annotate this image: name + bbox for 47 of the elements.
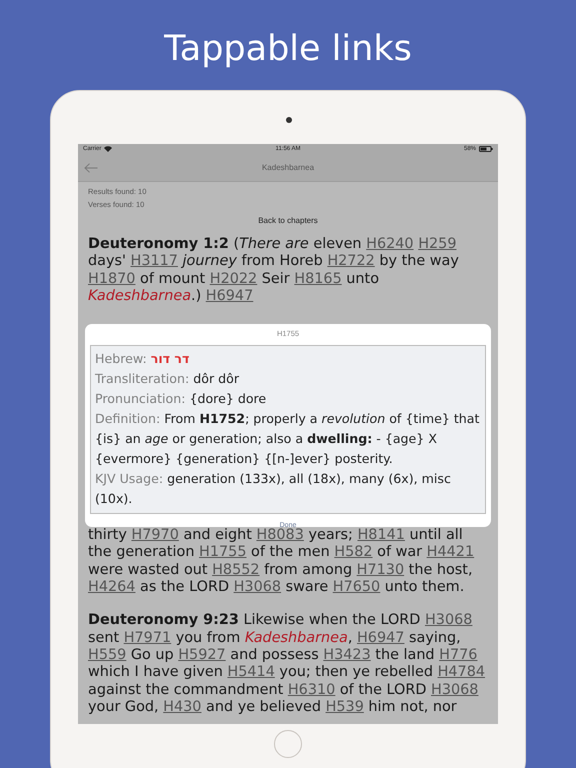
strong-number-link[interactable]: H8552	[212, 562, 260, 578]
back-to-chapters-link[interactable]: Back to chapters	[258, 215, 318, 227]
strong-number-link[interactable]: H5414	[227, 664, 275, 680]
strong-number-link[interactable]: H4264	[88, 579, 136, 596]
nav-title: Kadeshbarnea	[262, 163, 314, 172]
strong-number-link[interactable]: H6947	[206, 288, 254, 304]
strong-number-link[interactable]: H6947	[356, 630, 404, 646]
strong-number-link[interactable]: H6310	[288, 682, 336, 698]
strong-number-link[interactable]: H259	[418, 236, 456, 252]
strong-number-link[interactable]: H8141	[357, 527, 405, 544]
strong-number-link[interactable]: H3068	[424, 612, 472, 628]
back-arrow-icon[interactable]	[84, 163, 98, 173]
strong-number-link[interactable]: H7130	[356, 562, 404, 578]
verse-text: thirty H7970 and eight H8083 years; H8141 until all the generation H1755 of the men H582 of war H4421 were wasted out H8552 from among H7130 the host, H4264 as the LORD H3068 sware H7650 unto them.	[88, 527, 476, 596]
strong-number-link[interactable]: H3423	[323, 646, 371, 663]
definition-entry: Transliteration: dôr dôr	[95, 370, 240, 388]
strong-number-link[interactable]: H1755	[199, 544, 246, 560]
strong-number-link[interactable]: H3068	[234, 579, 282, 596]
strong-number-link[interactable]: H8083	[256, 527, 304, 544]
strong-number-link[interactable]: H4421	[426, 544, 474, 560]
strong-number-link[interactable]: H3068	[431, 682, 478, 698]
wifi-icon	[104, 146, 112, 152]
verse-text: Deuteronomy 9:23 Likewise when the LORD H3068 sent H7971 you from Kadeshbarnea, H6947 saying, H559 Go up H5927 and possess H3423 the land H776 which I have given H5414 you; then ye rebelled H4784 against the commandment H6310 of the LORD H3068 your God, H430 and ye believed H539 him not, nor	[88, 612, 486, 716]
strong-number-link[interactable]: H7970	[131, 527, 179, 544]
strong-number-link[interactable]: H539	[326, 698, 364, 715]
definition-entry: Pronunciation: {dore} dore	[95, 390, 268, 408]
strong-number-link[interactable]: H559	[88, 646, 126, 663]
strong-number-link[interactable]: H8165	[294, 270, 342, 287]
strong-number-link[interactable]: H6240	[366, 236, 414, 252]
strong-number-link[interactable]: H2022	[210, 270, 258, 287]
strong-number-link[interactable]: H7971	[124, 630, 172, 646]
camera-icon	[286, 117, 292, 123]
home-button[interactable]	[274, 730, 302, 758]
strong-number-link[interactable]: H3117	[130, 253, 178, 270]
strong-number-link[interactable]: H2722	[327, 253, 375, 270]
strong-number-link[interactable]: H582	[334, 544, 373, 560]
strong-number-link[interactable]: H776	[439, 646, 478, 663]
verse-text: Deuteronomy 1:2 (There are eleven H6240 H259 days' H3117 journey from Horeb H2722 by the way H1870 of mount H2022 Seir H8165 unto Kadeshbarnea.) H6947	[88, 236, 460, 306]
battery-icon	[479, 146, 493, 152]
strong-number-link[interactable]: H430	[163, 698, 202, 715]
strong-number-link[interactable]: H7650	[332, 579, 380, 596]
headline: Tappable links	[164, 28, 412, 71]
definition-entry: Definition: From H1752; properly a revolution of {time} that {is} an age or generation; also a dwelling: - {age} X {evermore} {generation} {[n-]ever} posterity.	[95, 410, 480, 468]
strong-number-link[interactable]: H1870	[88, 270, 136, 287]
strong-number-link[interactable]: H4784	[438, 664, 486, 680]
definition-entry: KJV Usage: generation (133x), all (18x), many (6x), misc (10x).	[95, 470, 452, 508]
strong-number-link[interactable]: H5927	[178, 646, 226, 663]
